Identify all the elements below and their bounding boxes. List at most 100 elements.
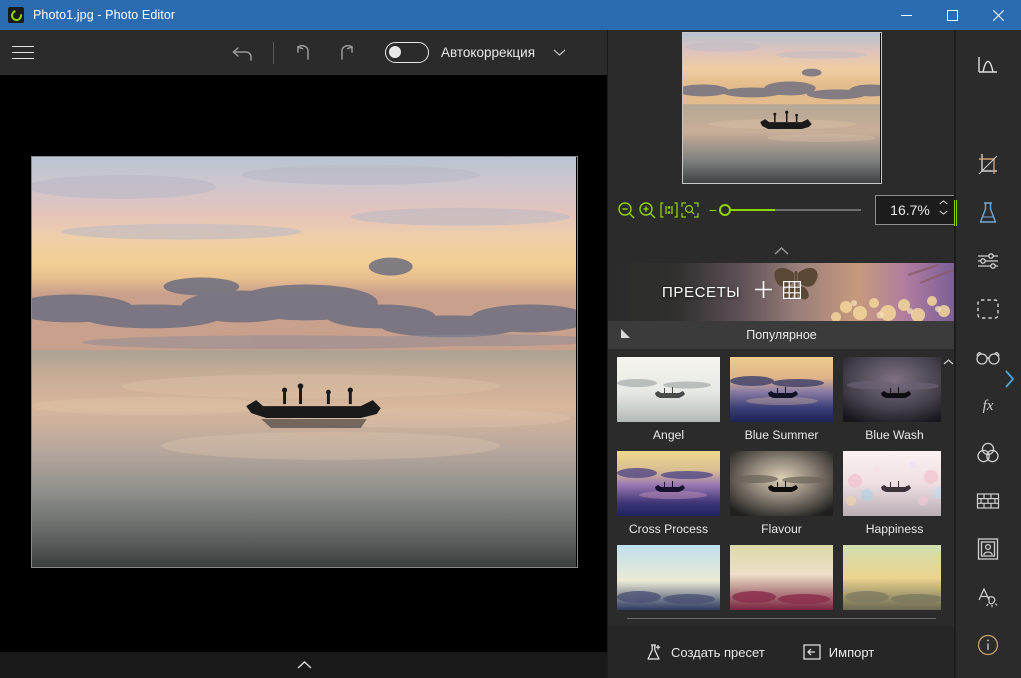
reset-button[interactable] xyxy=(222,30,264,75)
redo-button[interactable] xyxy=(325,30,367,75)
preset-thumbnail[interactable] xyxy=(730,451,833,516)
sliders-icon xyxy=(978,253,998,269)
preset-label: Angel xyxy=(652,428,685,442)
rail-item-histogram[interactable] xyxy=(962,43,1014,87)
crop-icon xyxy=(978,154,998,175)
minimize-button[interactable] xyxy=(883,0,929,30)
autocorrect-label: Автокоррекция xyxy=(441,45,535,60)
preset-item[interactable] xyxy=(730,545,833,610)
presets-grid: Angel Blue Summer Blue Wash Cross Proces… xyxy=(608,349,948,610)
toolbar-divider xyxy=(273,41,274,64)
photo-preview-large xyxy=(30,155,578,568)
import-preset-button[interactable]: Импорт xyxy=(803,643,874,661)
create-preset-button[interactable]: Создать пресет xyxy=(644,643,765,662)
svg-text:fx: fx xyxy=(983,398,994,414)
portrait-frame-icon xyxy=(977,538,999,560)
rail-item-adjust[interactable] xyxy=(962,239,1014,283)
preset-thumbnail[interactable] xyxy=(843,451,946,516)
preset-item[interactable]: Flavour xyxy=(730,451,833,536)
create-preset-label: Создать пресет xyxy=(671,644,765,660)
preset-thumbnail[interactable] xyxy=(730,545,833,610)
photo-editor-window: Photo1.jpg - Photo Editor Автокоррекция … xyxy=(0,0,1021,678)
zoom-stepper[interactable] xyxy=(939,200,948,215)
flask-icon xyxy=(979,202,997,223)
preset-thumbnail[interactable] xyxy=(843,545,946,610)
preset-actions-bar: Создать пресет Импорт xyxy=(608,626,955,678)
photo-artwork xyxy=(31,156,577,567)
rail-item-presets[interactable] xyxy=(954,191,1014,235)
glasses-icon xyxy=(976,352,1000,365)
preset-item[interactable]: Blue Wash xyxy=(843,357,946,442)
preset-category-name: Популярное xyxy=(746,328,817,342)
chevron-down-icon[interactable] xyxy=(553,44,566,62)
undo-button[interactable] xyxy=(283,30,325,75)
presets-divider xyxy=(627,618,936,619)
photo-preview-thumbnail[interactable] xyxy=(681,32,882,184)
zoom-value-field[interactable]: 16.7% xyxy=(875,195,955,225)
presets-list[interactable]: Angel Blue Summer Blue Wash Cross Proces… xyxy=(608,349,955,647)
scrollbar-track[interactable] xyxy=(947,370,949,626)
title-bar: Photo1.jpg - Photo Editor xyxy=(0,0,1021,30)
preset-label: Flavour xyxy=(761,522,802,536)
menu-icon[interactable] xyxy=(0,30,46,75)
window-controls xyxy=(883,0,1021,30)
app-logo-icon xyxy=(8,7,24,23)
color-circles-icon xyxy=(977,442,999,463)
presets-banner-artwork xyxy=(608,263,955,321)
presets-title: ПРЕСЕТЫ xyxy=(662,283,741,301)
rail-item-selection[interactable] xyxy=(962,287,1014,331)
right-panel: − 16.7% ПРЕСЕТЫ Популярное Angel Blue Su… xyxy=(608,30,955,678)
rail-item-info[interactable] xyxy=(962,623,1014,667)
rail-left-border xyxy=(955,30,956,678)
autocorrect-control: Автокоррекция xyxy=(385,42,566,63)
preview-collapse-button[interactable] xyxy=(608,238,955,263)
preset-thumbnail[interactable] xyxy=(843,357,946,422)
preview-artwork xyxy=(682,33,881,183)
image-canvas[interactable] xyxy=(0,75,608,652)
canvas-panel-divider xyxy=(607,30,608,678)
zoom-out-icon[interactable] xyxy=(617,199,637,221)
selection-icon xyxy=(977,299,999,319)
preset-item[interactable]: Blue Summer xyxy=(730,357,833,442)
preset-item[interactable] xyxy=(617,545,720,610)
preset-thumbnail[interactable] xyxy=(617,545,720,610)
rail-item-frames[interactable] xyxy=(962,527,1014,571)
maximize-button[interactable] xyxy=(929,0,975,30)
texture-grid-icon xyxy=(976,493,1000,509)
preset-thumbnail[interactable] xyxy=(617,451,720,516)
rail-item-text[interactable] xyxy=(962,575,1014,619)
rail-item-texture[interactable] xyxy=(962,479,1014,523)
preset-item[interactable] xyxy=(843,545,946,610)
rail-item-color[interactable] xyxy=(962,431,1014,475)
text-retouch-icon xyxy=(978,587,998,608)
zoom-in-icon[interactable] xyxy=(638,199,658,221)
preset-thumbnail[interactable] xyxy=(617,357,720,422)
autocorrect-toggle[interactable] xyxy=(385,42,429,63)
rail-item-crop[interactable] xyxy=(962,143,1014,187)
expand-panel-button[interactable] xyxy=(999,366,1019,392)
zoom-slider-control: − xyxy=(708,202,862,218)
preset-thumbnail[interactable] xyxy=(730,357,833,422)
preset-item[interactable]: Happiness xyxy=(843,451,946,536)
presets-grid-icon[interactable] xyxy=(783,280,802,304)
window-title: Photo1.jpg - Photo Editor xyxy=(33,8,176,22)
info-icon xyxy=(977,634,999,656)
presets-scrollbar[interactable] xyxy=(941,349,955,647)
actual-size-icon[interactable] xyxy=(659,199,679,221)
preset-item[interactable]: Cross Process xyxy=(617,451,720,536)
preset-category-row[interactable]: Популярное xyxy=(608,321,955,349)
zoom-slider-handle[interactable] xyxy=(719,204,732,216)
fx-icon: fx xyxy=(983,398,994,414)
presets-header: ПРЕСЕТЫ xyxy=(608,263,955,321)
zoom-minus-label: − xyxy=(708,202,718,218)
scroll-up-icon[interactable] xyxy=(943,352,954,370)
histogram-icon xyxy=(978,57,997,73)
close-button[interactable] xyxy=(975,0,1021,30)
canvas-collapse-bar[interactable] xyxy=(0,652,608,678)
fit-to-window-icon[interactable] xyxy=(680,199,700,221)
preset-item[interactable]: Angel xyxy=(617,357,720,442)
add-preset-icon[interactable] xyxy=(754,280,773,304)
import-label: Импорт xyxy=(828,644,875,660)
zoom-slider[interactable] xyxy=(719,203,862,217)
preset-label: Blue Wash xyxy=(865,428,924,442)
